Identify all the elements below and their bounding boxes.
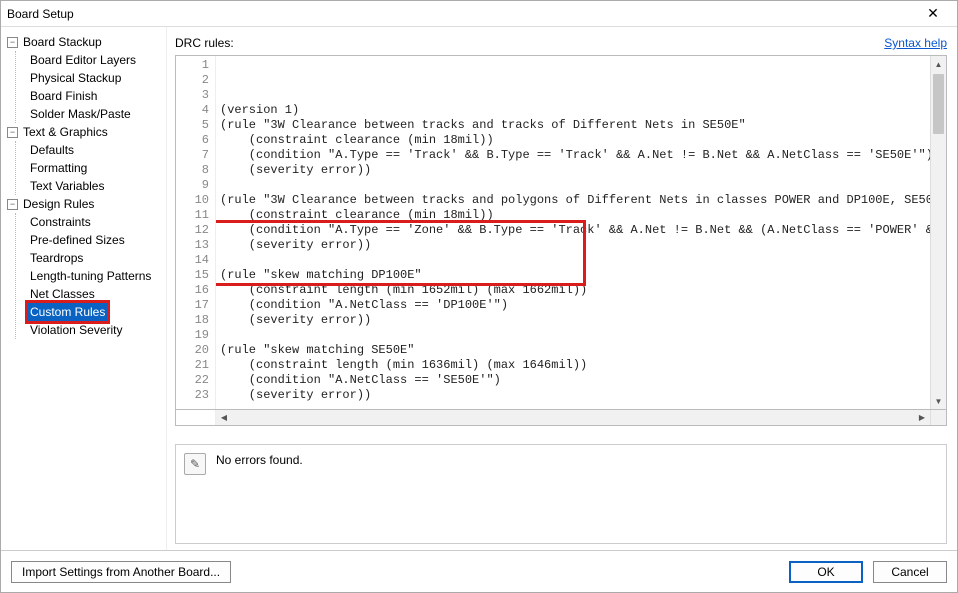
- scroll-up-icon[interactable]: ▲: [931, 56, 946, 72]
- nav-tree[interactable]: −Board StackupBoard Editor LayersPhysica…: [1, 27, 167, 550]
- tree-item-label[interactable]: Board Finish: [28, 87, 99, 105]
- tree-item[interactable]: Defaults: [24, 141, 162, 159]
- tree-item[interactable]: Solder Mask/Paste: [24, 105, 162, 123]
- line-gutter: 1 2 3 4 5 6 7 8 9 10 11 12 13 14 15 16 1…: [176, 56, 216, 409]
- scroll-right-icon[interactable]: ▶: [914, 413, 930, 422]
- tree-item-label[interactable]: Teardrops: [28, 249, 85, 267]
- syntax-help-link[interactable]: Syntax help: [884, 36, 947, 50]
- window-title: Board Setup: [7, 7, 915, 21]
- tree-item-label[interactable]: Defaults: [28, 141, 76, 159]
- dialog-footer: Import Settings from Another Board... OK…: [1, 550, 957, 592]
- code-line[interactable]: (condition "A.Type == 'Zone' && B.Type =…: [220, 223, 926, 238]
- status-panel: ✎ No errors found.: [175, 444, 947, 544]
- tree-item[interactable]: Violation Severity: [24, 321, 162, 339]
- code-line[interactable]: (condition "A.NetClass == 'DP100E'"): [220, 298, 926, 313]
- tree-collapse-icon[interactable]: −: [7, 37, 18, 48]
- code-line[interactable]: [220, 328, 926, 343]
- status-text: No errors found.: [216, 453, 303, 467]
- code-line[interactable]: (severity error)): [220, 163, 926, 178]
- code-area[interactable]: (version 1)(rule "3W Clearance between t…: [216, 56, 930, 409]
- drc-rules-label: DRC rules:: [175, 36, 884, 50]
- hscroll-gutter-spacer: [176, 410, 216, 425]
- code-line[interactable]: [220, 178, 926, 193]
- code-editor[interactable]: 1 2 3 4 5 6 7 8 9 10 11 12 13 14 15 16 1…: [175, 55, 947, 410]
- tree-item-label[interactable]: Text Variables: [28, 177, 106, 195]
- code-line[interactable]: (constraint length (min 1636mil) (max 16…: [220, 358, 926, 373]
- tree-item-label[interactable]: Violation Severity: [28, 321, 125, 339]
- dialog-body: −Board StackupBoard Editor LayersPhysica…: [1, 27, 957, 550]
- tree-item[interactable]: Text Variables: [24, 177, 162, 195]
- horizontal-scrollbar[interactable]: ◀ ▶: [216, 410, 930, 425]
- tree-item[interactable]: Custom Rules: [24, 303, 162, 321]
- ok-button[interactable]: OK: [789, 561, 863, 583]
- titlebar: Board Setup ✕: [1, 1, 957, 27]
- tree-group-header[interactable]: −Design Rules: [7, 195, 162, 213]
- code-line[interactable]: (constraint clearance (min 18mil)): [220, 133, 926, 148]
- cancel-button[interactable]: Cancel: [873, 561, 947, 583]
- main-panel: DRC rules: Syntax help 1 2 3 4 5 6 7 8 9…: [167, 27, 957, 550]
- tree-item[interactable]: Pre-defined Sizes: [24, 231, 162, 249]
- code-line[interactable]: (rule "skew matching SE50E": [220, 343, 926, 358]
- code-line[interactable]: (severity error)): [220, 388, 926, 403]
- code-line[interactable]: (severity error)): [220, 238, 926, 253]
- tree-item[interactable]: Teardrops: [24, 249, 162, 267]
- code-line[interactable]: (version 1): [220, 103, 926, 118]
- scroll-left-icon[interactable]: ◀: [216, 413, 232, 422]
- tree-item-label[interactable]: Constraints: [28, 213, 93, 231]
- tree-item-label[interactable]: Length-tuning Patterns: [28, 267, 153, 285]
- tree-item-label[interactable]: Solder Mask/Paste: [28, 105, 133, 123]
- tree-item[interactable]: Board Editor Layers: [24, 51, 162, 69]
- code-line[interactable]: [220, 253, 926, 268]
- tree-item[interactable]: Length-tuning Patterns: [24, 267, 162, 285]
- status-check-icon[interactable]: ✎: [184, 453, 206, 475]
- close-icon[interactable]: ✕: [915, 5, 951, 22]
- tree-group-label[interactable]: Design Rules: [21, 195, 96, 213]
- tree-item-label[interactable]: Board Editor Layers: [28, 51, 138, 69]
- code-line[interactable]: (rule "3W Clearance between tracks and p…: [220, 193, 926, 208]
- scroll-thumb[interactable]: [933, 74, 944, 134]
- tree-collapse-icon[interactable]: −: [7, 127, 18, 138]
- code-line[interactable]: (condition "A.Type == 'Track' && B.Type …: [220, 148, 926, 163]
- code-line[interactable]: (constraint clearance (min 18mil)): [220, 208, 926, 223]
- code-line[interactable]: (rule "3W Clearance between tracks and t…: [220, 118, 926, 133]
- code-line[interactable]: (rule "skew matching DP100E": [220, 268, 926, 283]
- tree-group-label[interactable]: Board Stackup: [21, 33, 104, 51]
- tree-item[interactable]: Formatting: [24, 159, 162, 177]
- import-settings-button[interactable]: Import Settings from Another Board...: [11, 561, 231, 583]
- tree-group-header[interactable]: −Board Stackup: [7, 33, 162, 51]
- tree-item[interactable]: Board Finish: [24, 87, 162, 105]
- tree-group-label[interactable]: Text & Graphics: [21, 123, 110, 141]
- code-line[interactable]: (condition "A.NetClass == 'SE50E'"): [220, 373, 926, 388]
- tree-item-label[interactable]: Pre-defined Sizes: [28, 231, 127, 249]
- tree-item[interactable]: Physical Stackup: [24, 69, 162, 87]
- tree-group-header[interactable]: −Text & Graphics: [7, 123, 162, 141]
- vertical-scrollbar[interactable]: ▲ ▼: [930, 56, 946, 409]
- tree-item-label[interactable]: Net Classes: [28, 285, 97, 303]
- scroll-down-icon[interactable]: ▼: [931, 393, 946, 409]
- tree-item[interactable]: Constraints: [24, 213, 162, 231]
- horizontal-scrollbar-row: ◀ ▶: [175, 410, 947, 426]
- scroll-corner: [930, 410, 946, 425]
- tree-item[interactable]: Net Classes: [24, 285, 162, 303]
- tree-item-label[interactable]: Formatting: [28, 159, 89, 177]
- editor-header: DRC rules: Syntax help: [175, 33, 947, 53]
- tree-item-label[interactable]: Physical Stackup: [28, 69, 123, 87]
- board-setup-dialog: Board Setup ✕ −Board StackupBoard Editor…: [0, 0, 958, 593]
- tree-collapse-icon[interactable]: −: [7, 199, 18, 210]
- code-line[interactable]: (severity error)): [220, 313, 926, 328]
- code-line[interactable]: (constraint length (min 1652mil) (max 16…: [220, 283, 926, 298]
- tree-item-label[interactable]: Custom Rules: [28, 303, 107, 321]
- code-line[interactable]: [220, 403, 926, 409]
